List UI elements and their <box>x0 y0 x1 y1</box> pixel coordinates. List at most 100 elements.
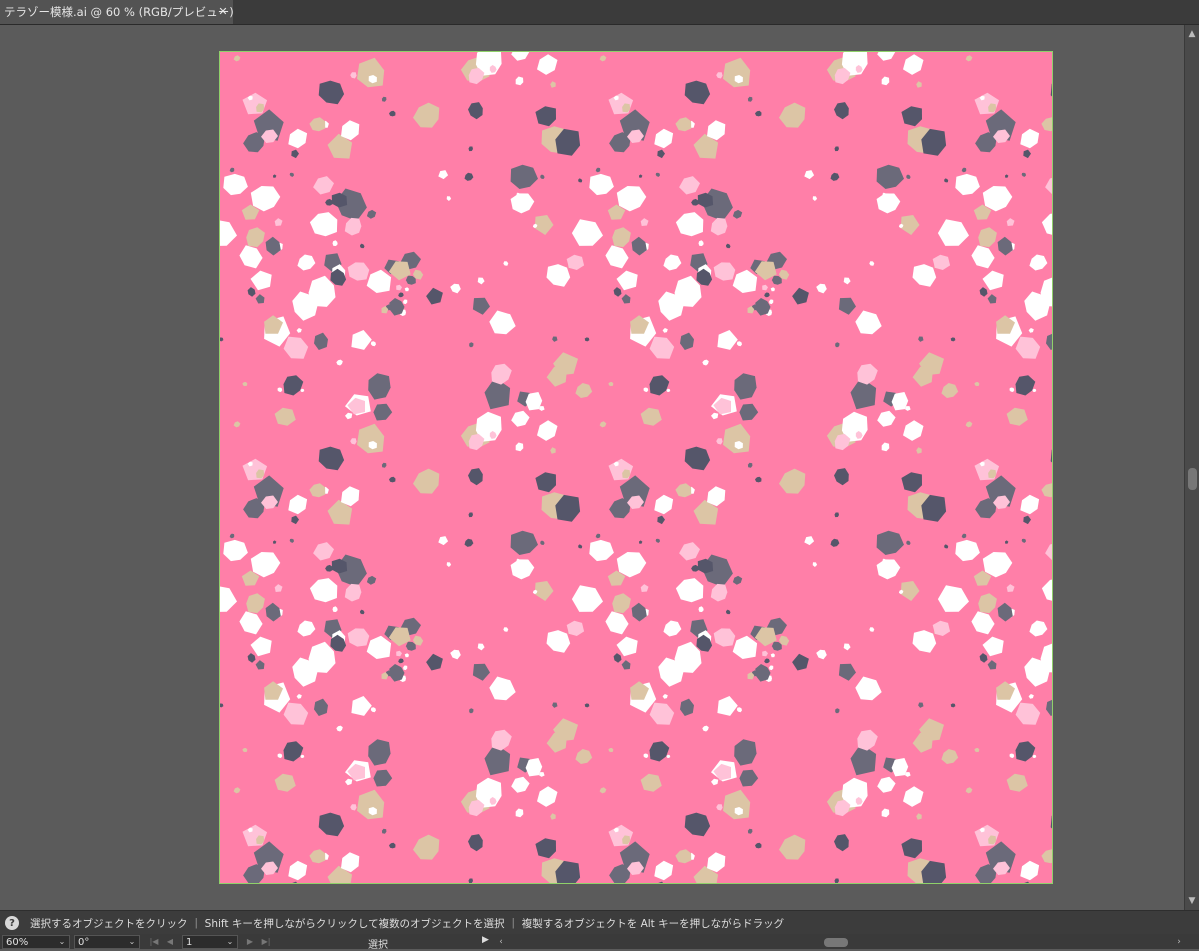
terrazzo-chip <box>869 627 875 632</box>
scroll-right-icon[interactable]: › <box>1174 935 1184 949</box>
chevron-down-icon[interactable]: ⌄ <box>55 936 69 948</box>
terrazzo-chip <box>578 178 583 183</box>
terrazzo-chip <box>804 170 815 180</box>
terrazzo-chip <box>965 55 973 62</box>
play-icon[interactable]: ▶ <box>482 935 489 945</box>
chevron-down-icon[interactable]: ⌄ <box>125 936 139 948</box>
rotation-select[interactable]: 0° ⌄ <box>74 935 140 949</box>
terrazzo-chip <box>779 834 806 860</box>
document-tab[interactable]: テラゾー模様.ai @ 60 % (RGB/プレビュー) ✕ <box>0 0 234 24</box>
terrazzo-chip <box>1020 860 1040 881</box>
terrazzo-chip <box>510 530 538 555</box>
zoom-select[interactable]: 60% ⌄ <box>2 935 70 949</box>
horizontal-scroll-thumb[interactable] <box>824 938 848 947</box>
terrazzo-chip <box>546 264 571 287</box>
terrazzo-chip <box>877 52 896 61</box>
terrazzo-chip <box>691 198 699 206</box>
terrazzo-chip <box>344 583 362 602</box>
terrazzo-chip <box>707 120 726 141</box>
terrazzo-chip <box>1028 694 1034 699</box>
terrazzo-chip <box>250 270 272 291</box>
terrazzo-chip <box>589 539 614 562</box>
terrazzo-chip <box>255 294 265 304</box>
next-artboard-icon[interactable]: ▶ <box>244 935 256 949</box>
terrazzo-chip <box>769 665 774 671</box>
terrazzo-chip <box>680 698 694 716</box>
first-artboard-icon[interactable]: |◀ <box>148 935 160 949</box>
terrazzo-chip <box>734 373 757 400</box>
chevron-down-icon[interactable]: ⌄ <box>223 936 237 948</box>
terrazzo-chip <box>274 584 283 592</box>
terrazzo-chip <box>1050 815 1052 829</box>
terrazzo-chip <box>239 245 263 269</box>
previous-artboard-icon[interactable]: ◀ <box>164 935 176 949</box>
terrazzo-chip <box>726 243 731 249</box>
terrazzo-chip <box>550 447 556 454</box>
vertical-scroll-thumb[interactable] <box>1188 468 1197 490</box>
terrazzo-chip <box>405 275 416 285</box>
terrazzo-chip <box>288 860 308 881</box>
terrazzo-chip <box>747 828 753 834</box>
terrazzo-chip <box>649 741 670 762</box>
terrazzo-chip <box>732 635 758 659</box>
terrazzo-chip <box>713 628 736 647</box>
terrazzo-chip <box>900 215 920 235</box>
terrazzo-chip <box>762 650 768 657</box>
terrazzo-chip <box>838 663 856 681</box>
help-icon[interactable]: ? <box>5 916 19 930</box>
terrazzo-chip <box>944 178 949 183</box>
terrazzo-chip <box>314 698 328 716</box>
terrazzo-chip <box>974 382 980 387</box>
canvas-workspace[interactable] <box>0 25 1184 910</box>
close-icon[interactable]: ✕ <box>216 4 230 18</box>
terrazzo-chip <box>350 72 357 79</box>
terrazzo-chip <box>472 297 490 315</box>
terrazzo-chip <box>381 828 387 834</box>
terrazzo-chip <box>332 606 338 612</box>
terrazzo-chip <box>534 581 554 601</box>
artboard[interactable] <box>219 51 1053 884</box>
terrazzo-chip <box>1020 494 1040 515</box>
terrazzo-chip <box>396 284 402 291</box>
terrazzo-chip <box>265 236 281 256</box>
terrazzo-chip <box>657 149 665 159</box>
terrazzo-chip <box>855 676 882 701</box>
terrazzo-chip <box>903 420 924 441</box>
terrazzo-chip <box>450 649 461 660</box>
terrazzo-chip <box>974 748 980 753</box>
terrazzo-chip <box>900 581 920 601</box>
terrazzo-chip <box>318 446 345 471</box>
terrazzo-chip <box>903 786 924 807</box>
terrazzo-chip <box>318 812 345 837</box>
terrazzo-chip <box>599 421 607 428</box>
terrazzo-chip <box>341 852 360 873</box>
vertical-scrollbar[interactable]: ▲ ▼ <box>1184 25 1199 910</box>
terrazzo-chip <box>621 660 631 670</box>
terrazzo-chip <box>978 593 997 614</box>
terrazzo-chip <box>296 328 302 333</box>
terrazzo-chip <box>955 173 980 196</box>
terrazzo-chip <box>734 739 757 766</box>
scroll-up-icon[interactable]: ▲ <box>1185 27 1199 41</box>
terrazzo-chip <box>816 283 827 294</box>
terrazzo-chip <box>360 243 365 249</box>
last-artboard-icon[interactable]: ▶| <box>260 935 272 949</box>
scroll-left-icon[interactable]: ‹ <box>496 935 506 949</box>
terrazzo-chip <box>552 702 558 708</box>
terrazzo-chip <box>537 420 558 441</box>
terrazzo-chip <box>716 72 723 79</box>
artboard-number-select[interactable]: 1 ⌄ <box>182 935 238 949</box>
terrazzo-chip <box>1021 538 1026 543</box>
terrazzo-chip <box>640 218 649 226</box>
terrazzo-chip <box>698 606 704 612</box>
terrazzo-chip <box>978 227 997 248</box>
terrazzo-chip <box>666 388 671 392</box>
scroll-down-icon[interactable]: ▼ <box>1185 894 1199 908</box>
horizontal-scrollbar[interactable]: ‹ › <box>494 935 1184 949</box>
terrazzo-chip <box>631 602 647 622</box>
terrazzo-chip <box>702 725 709 732</box>
terrazzo-chip <box>1020 128 1040 149</box>
terrazzo-chip <box>608 824 634 847</box>
terrazzo-chip <box>345 412 353 420</box>
terrazzo-chip <box>1045 177 1052 195</box>
